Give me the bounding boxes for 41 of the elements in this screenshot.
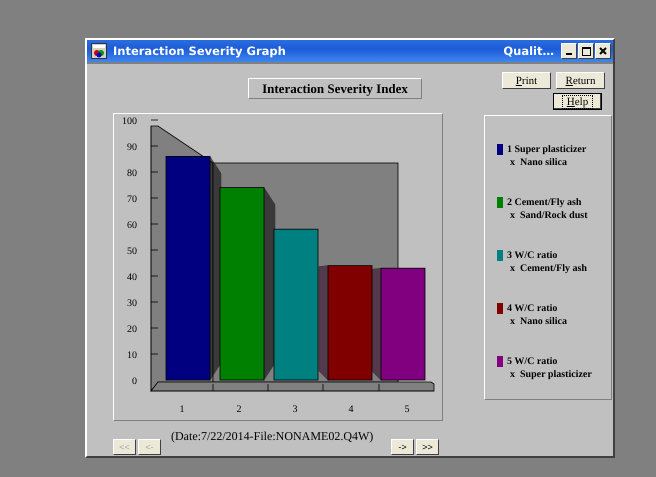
axis-label: 30 — [127, 298, 137, 309]
legend-label: 2 Cement/Fly ash — [507, 196, 582, 209]
close-button[interactable] — [595, 43, 611, 59]
axis-label: 80 — [127, 168, 137, 179]
close-icon — [599, 47, 607, 55]
axis-label: 50 — [127, 246, 137, 257]
legend-label: x Cement/Fly ash — [510, 262, 587, 275]
axis-label: 100 — [122, 116, 137, 127]
legend-label: 4 W/C ratio — [507, 302, 558, 315]
print-button[interactable]: Print — [502, 72, 551, 89]
axis-label: 3 — [292, 404, 298, 415]
return-button[interactable]: Return — [556, 72, 605, 89]
legend-label: x Sand/Rock dust — [510, 209, 588, 222]
nav-button[interactable]: -> — [391, 439, 414, 455]
app-icon — [91, 43, 107, 59]
axis-label: 1 — [180, 404, 184, 415]
window-title: Interaction Severity Graph — [113, 44, 287, 58]
chart-title: Interaction Severity Index — [248, 78, 422, 99]
axis-label: 5 — [404, 404, 410, 415]
window-subtitle: Qualit… — [503, 44, 554, 58]
nav-button[interactable]: >> — [416, 439, 439, 455]
legend-label: x Super plasticizer — [510, 368, 592, 381]
axis-label: 70 — [127, 194, 137, 205]
maximize-button[interactable] — [578, 43, 594, 59]
axis-label: 2 — [236, 404, 242, 415]
axis-label: 4 — [348, 404, 354, 415]
legend-label: x Nano silica — [510, 156, 568, 169]
axis-label: 0 — [132, 376, 137, 387]
file-info: (Date:7/22/2014-File:NONAME02.Q4W) — [171, 429, 374, 444]
legend-label: 5 W/C ratio — [507, 355, 558, 368]
axis-label: 40 — [127, 272, 137, 283]
legend-label: x Nano silica — [510, 315, 567, 328]
axis-label: 60 — [127, 220, 137, 231]
axis-label: 90 — [127, 142, 137, 153]
maximize-icon — [582, 46, 590, 56]
help-button[interactable]: Help — [553, 93, 602, 110]
legend-label: 3 W/C ratio — [507, 249, 558, 262]
minimize-button[interactable] — [561, 43, 577, 59]
legend-label: 1 Super plasticizer — [507, 143, 586, 156]
axis-label: 10 — [127, 350, 137, 361]
axis-label: 20 — [127, 324, 137, 335]
